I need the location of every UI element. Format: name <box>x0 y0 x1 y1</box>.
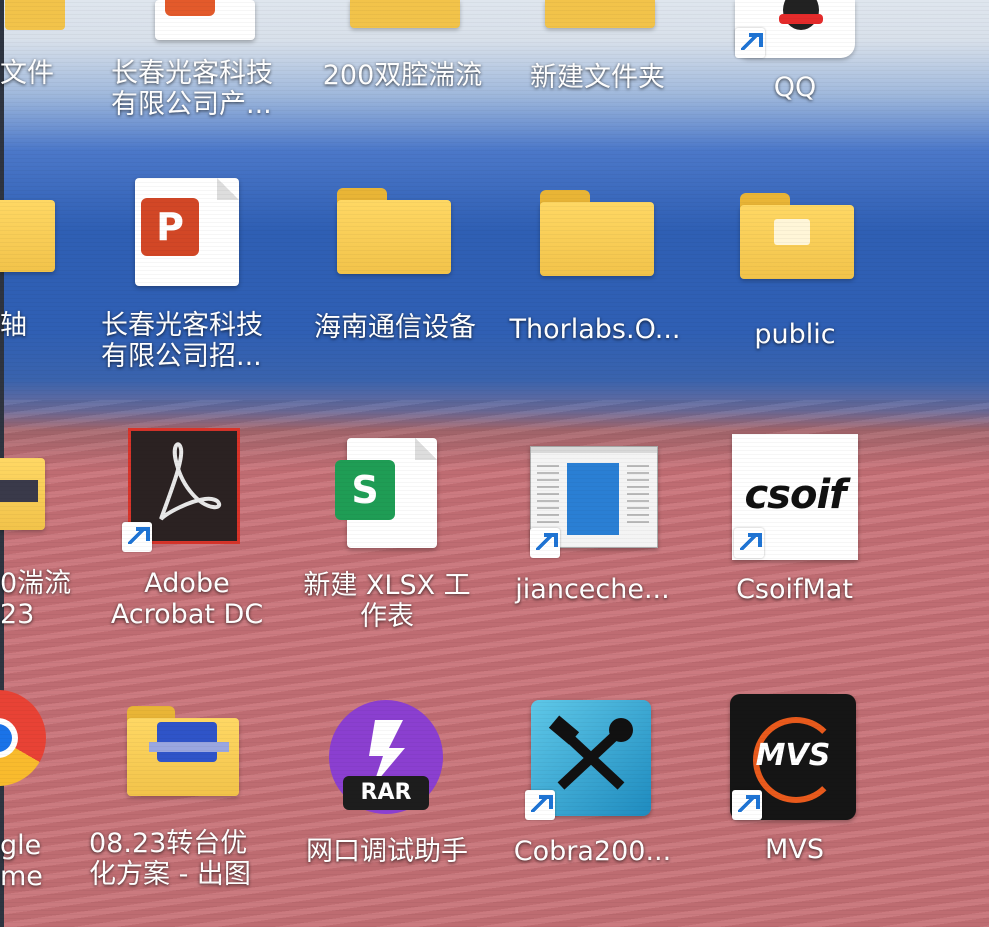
folder-icon <box>5 0 65 30</box>
desktop-icon-network-debug[interactable]: RAR 网口调试助手 <box>287 700 487 880</box>
desktop-icon-new-xlsx[interactable]: S 新建 XLSX 工 作表 <box>287 438 487 658</box>
shortcut-arrow-icon <box>732 790 762 820</box>
desktop-icon-qq[interactable]: QQ <box>720 0 870 110</box>
chrome-icon <box>0 690 46 786</box>
desktop-background: 文件 长春光客科技 有限公司产... 200双腔湍流 新建文件夹 QQ 轴 P … <box>0 0 989 927</box>
icon-label: gle me <box>0 830 43 892</box>
shortcut-arrow-icon <box>734 528 764 558</box>
icon-label: public <box>754 319 836 350</box>
winrar-icon: RAR <box>329 700 443 814</box>
shortcut-arrow-icon <box>525 790 555 820</box>
shortcut-arrow-icon <box>530 528 560 558</box>
icon-label: jianceche... <box>515 574 670 605</box>
icon-label: MVS <box>765 834 824 865</box>
folder-icon <box>350 0 460 28</box>
folder-icon <box>337 188 451 274</box>
icon-label: 网口调试助手 <box>306 836 468 867</box>
folder-icon <box>0 200 55 272</box>
folder-icon <box>545 0 655 28</box>
icon-label: Cobra200... <box>513 836 672 867</box>
icon-label: Thorlabs.O... <box>509 314 681 345</box>
powerpoint-file-icon: P <box>135 178 239 286</box>
partial-icon-file[interactable]: 文件 <box>0 0 80 100</box>
folder-icon <box>540 190 654 276</box>
folder-icon <box>0 458 45 530</box>
desktop-icon-thorlabs[interactable]: Thorlabs.O... <box>495 190 695 370</box>
icon-label: 文件 <box>0 58 54 89</box>
icon-label: 200双腔湍流 <box>322 60 483 91</box>
xlsx-badge: S <box>335 460 395 520</box>
icon-label: 新建文件夹 <box>530 62 665 93</box>
partial-icon-turbulence[interactable]: 0湍流 23 <box>0 450 85 650</box>
shortcut-arrow-icon <box>122 522 152 552</box>
icon-label: 长春光客科技 有限公司产... <box>111 58 273 120</box>
icon-label: CsoifMat <box>736 574 853 605</box>
icon-label: Adobe Acrobat DC <box>110 568 264 630</box>
icon-label: 长春光客科技 有限公司招... <box>101 310 263 372</box>
excel-file-icon: S <box>335 438 437 548</box>
partial-icon-axis[interactable]: 轴 <box>0 190 60 360</box>
document-icon <box>155 0 255 40</box>
desktop-icon-public[interactable]: public <box>715 193 875 373</box>
icon-label: QQ <box>773 72 817 103</box>
partial-icon-google-chrome[interactable]: gle me <box>0 690 80 920</box>
icon-label: 0湍流 23 <box>0 568 72 630</box>
mvs-logo-text: MVS <box>755 738 831 773</box>
desktop-icon-jiancecheck[interactable]: jianceche... <box>495 446 690 616</box>
desktop-icon-dual-cavity[interactable]: 200双腔湍流 <box>305 0 500 100</box>
desktop-icon-adobe-acrobat[interactable]: Adobe Acrobat DC <box>92 428 282 648</box>
folder-icon <box>740 193 854 279</box>
desktop-icon-csoifmat[interactable]: csoif CsoifMat <box>712 434 877 614</box>
rar-badge: RAR <box>343 776 429 810</box>
shortcut-arrow-icon <box>735 28 765 58</box>
ppt-badge: P <box>141 198 199 256</box>
desktop-icon-changchun-invite[interactable]: P 长春光客科技 有限公司招... <box>95 178 295 388</box>
folder-icon <box>127 706 239 796</box>
desktop-icon-cobra200[interactable]: Cobra200... <box>495 700 690 880</box>
desktop-icon-new-folder[interactable]: 新建文件夹 <box>505 0 690 100</box>
desktop-icon-changchun-product[interactable]: 长春光客科技 有限公司产... <box>105 0 295 140</box>
icon-label: 新建 XLSX 工 作表 <box>303 570 471 632</box>
icon-label: 海南通信设备 <box>314 312 476 343</box>
desktop-icon-turntable-plan[interactable]: 08.23转台优 化方案 - 出图 <box>85 700 285 920</box>
icon-label: 轴 <box>0 310 27 341</box>
desktop-icon-mvs[interactable]: MVS MVS <box>712 694 877 874</box>
csoif-logo-text: csoif <box>744 472 846 518</box>
icon-label: 08.23转台优 化方案 - 出图 <box>89 828 251 890</box>
desktop-icon-hainan-telecom[interactable]: 海南通信设备 <box>295 188 495 368</box>
